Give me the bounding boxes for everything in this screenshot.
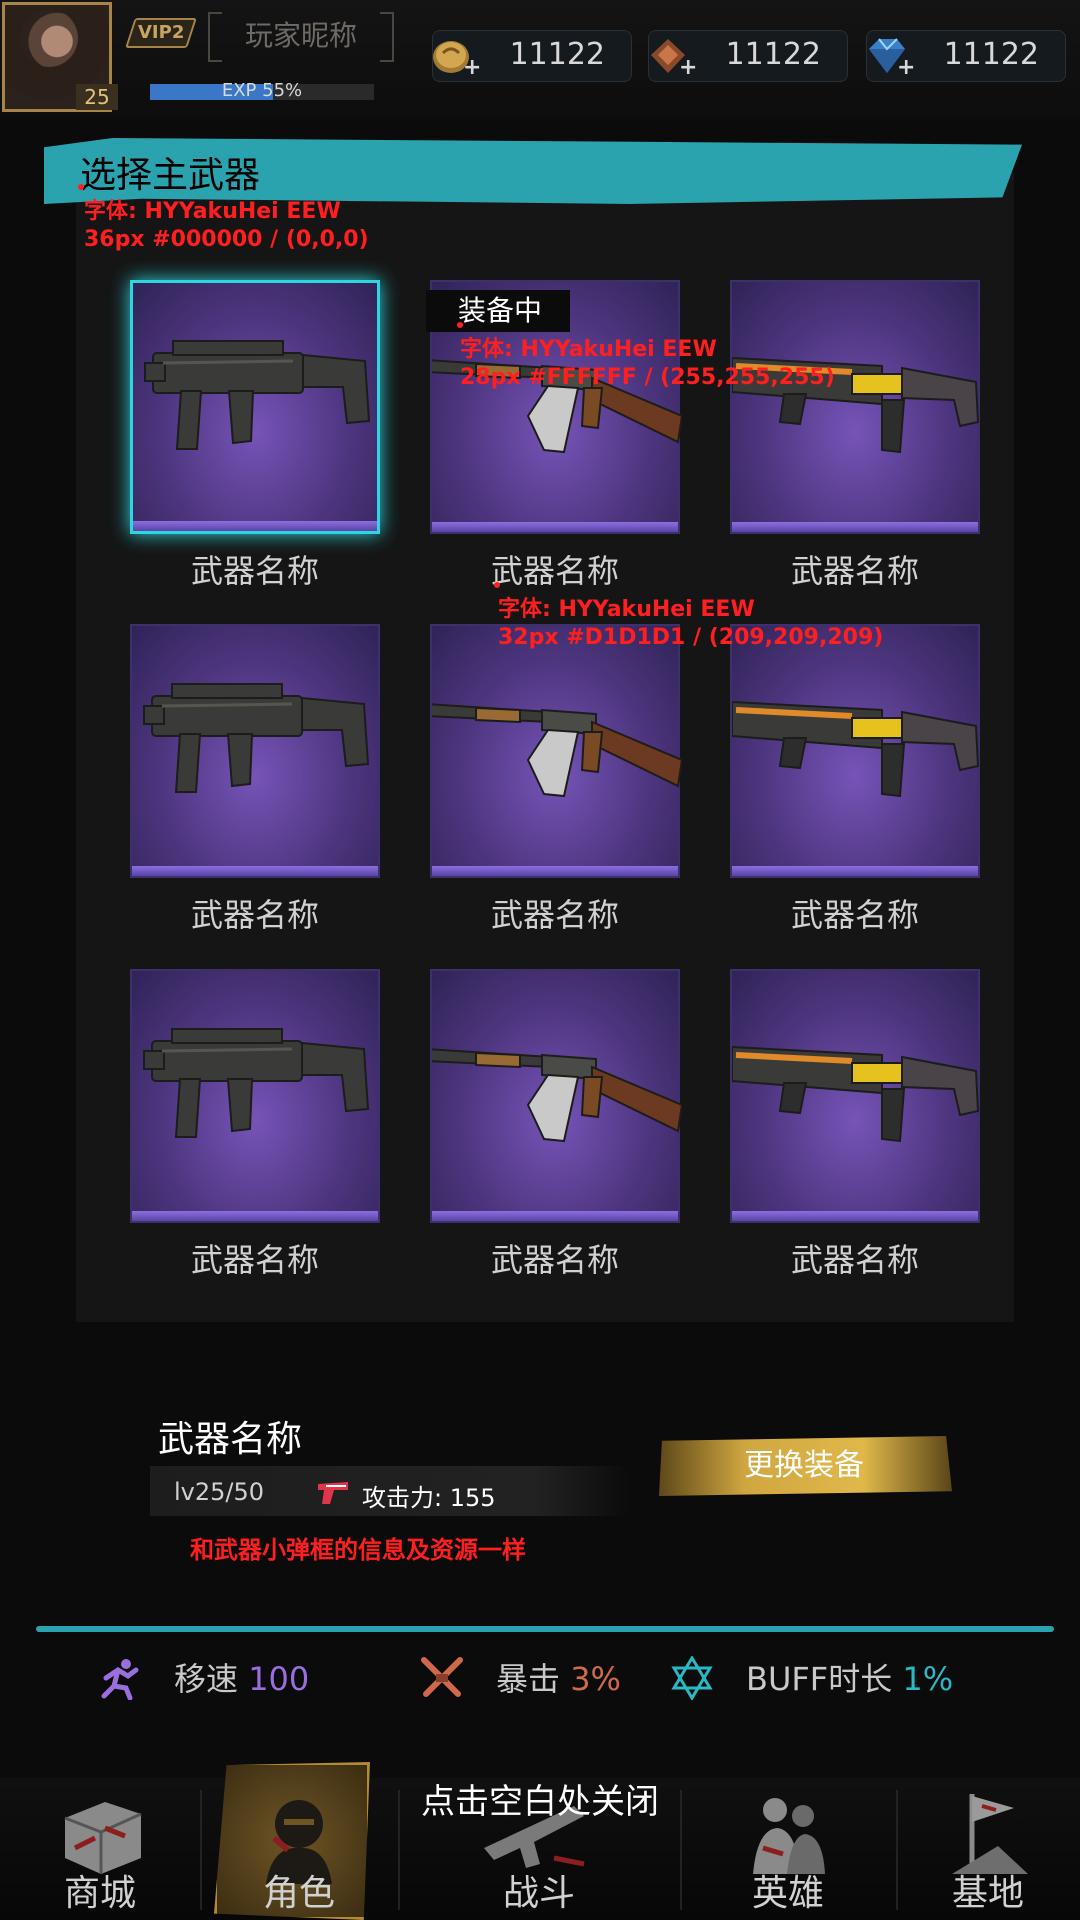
add-diamond-icon[interactable]: + [897, 55, 915, 80]
annotation-tag-font: 字体: HYYakuHei EEW [460, 337, 717, 362]
stat-crit-label: 暴击 [496, 1660, 561, 1698]
stat-move-speed: 移速 100 [96, 1654, 336, 1704]
rifle-icon [432, 1048, 682, 1143]
currency-diamond-value: 11122 [943, 37, 1039, 72]
weapon-name: 武器名称 [790, 1241, 919, 1279]
weapon-name: 武器名称 [490, 1241, 619, 1279]
weapon-name: 武器名称 [790, 552, 919, 590]
rifle-icon [432, 703, 682, 798]
equipped-tag: 装备中 [426, 290, 570, 332]
currency-gold-value: 11122 [509, 37, 605, 72]
currency-badge[interactable]: + 11122 [648, 30, 848, 82]
slot-floor [732, 866, 978, 876]
weapon-name: 武器名称 [190, 896, 319, 934]
slot-floor [133, 521, 377, 531]
weapon-slot[interactable] [430, 624, 682, 878]
nav-battle-label: 战斗 [502, 1873, 575, 1914]
stat-buff-duration-text: BUFF时长 1% [746, 1654, 953, 1704]
energy-gun-icon [732, 700, 980, 798]
weapon-name: 武器名称 [490, 896, 619, 934]
stat-buff-duration: BUFF时长 1% [668, 1654, 968, 1704]
weapon-slot[interactable] [430, 969, 682, 1223]
add-badge-icon[interactable]: + [679, 55, 697, 80]
runner-icon [101, 1659, 139, 1700]
stat-move-speed-label: 移速 [174, 1660, 239, 1698]
weapon-slot[interactable] [130, 280, 380, 534]
hexagram-icon [671, 1656, 713, 1700]
weapon-name: 武器名称 [490, 552, 619, 590]
stat-buff-duration-value: 1% [902, 1660, 954, 1698]
pistol-icon [318, 1482, 348, 1504]
crossed-swords-icon [421, 1657, 463, 1697]
nav-shop-label: 商城 [63, 1873, 136, 1914]
slot-floor [132, 1211, 378, 1221]
weapon-slot[interactable] [730, 280, 980, 534]
player-level-badge: 25 [76, 84, 118, 110]
slot-floor [432, 866, 678, 876]
annotation-title-font: 字体: HYYakuHei EEW [84, 199, 341, 224]
currency-badge-value: 11122 [725, 37, 821, 72]
vip-badge[interactable]: VIP2 [125, 18, 197, 48]
annotation-marker [78, 184, 84, 190]
weapon-slot[interactable] [130, 624, 380, 878]
annotation-name-font: 字体: HYYakuHei EEW [498, 597, 755, 622]
weapon-slot[interactable] [130, 969, 380, 1223]
slot-floor [732, 1211, 978, 1221]
smg-icon [143, 683, 370, 793]
energy-gun-icon [732, 1045, 980, 1143]
stat-crit-text: 暴击 3% [496, 1654, 621, 1704]
stat-buff-duration-label: BUFF时长 [746, 1660, 893, 1698]
nav-character-label: 角色 [262, 1873, 335, 1914]
weapon-attack: 攻击力: 155 [362, 1484, 496, 1512]
nav-base-label: 基地 [951, 1873, 1024, 1914]
smg-icon [143, 1028, 370, 1138]
exp-text: EXP 55% [221, 80, 303, 101]
annotation-marker [494, 582, 500, 588]
weapon-name: 武器名称 [790, 896, 919, 934]
player-nickname[interactable]: 玩家昵称 [208, 12, 394, 62]
slot-floor [732, 522, 978, 532]
add-gold-icon[interactable]: + [463, 55, 481, 80]
annotation-title-spec: 36px #000000 / (0,0,0) [84, 227, 369, 252]
weapon-slot[interactable] [730, 624, 980, 878]
weapon-level: lv25/50 [174, 1478, 265, 1506]
currency-gold[interactable]: + 11122 [432, 30, 632, 82]
nav-heroes-label: 英雄 [751, 1873, 824, 1914]
panel-title: 选择主武器 [80, 155, 261, 196]
stat-move-speed-value: 100 [248, 1660, 310, 1698]
weapon-name: 武器名称 [190, 1241, 319, 1279]
weapon-slot[interactable] [730, 969, 980, 1223]
stat-crit: 暴击 3% [418, 1654, 658, 1704]
change-equipment-button[interactable]: 更换装备 [658, 1436, 952, 1496]
slot-floor [432, 1211, 678, 1221]
annotation-name-spec: 32px #D1D1D1 / (209,209,209) [498, 625, 884, 650]
annotation-marker [457, 322, 463, 328]
smg-icon [144, 340, 371, 450]
energy-gun-icon [732, 356, 980, 454]
weapon-name: 武器名称 [190, 552, 319, 590]
annotation-tag-spec: 28px #FFFFFF / (255,255,255) [460, 365, 835, 390]
stats-divider [36, 1626, 1054, 1632]
vip-label: VIP2 [137, 22, 185, 43]
stat-crit-value: 3% [570, 1660, 621, 1698]
slot-floor [132, 866, 378, 876]
annotation-detail-note: 和武器小弹框的信息及资源一样 [190, 1536, 526, 1564]
selected-weapon-name: 武器名称 [158, 1419, 303, 1460]
close-hint[interactable]: 点击空白处关闭 [0, 1774, 1080, 1823]
slot-floor [432, 522, 678, 532]
currency-diamond[interactable]: + 11122 [866, 30, 1066, 82]
stat-move-speed-text: 移速 100 [174, 1654, 309, 1704]
